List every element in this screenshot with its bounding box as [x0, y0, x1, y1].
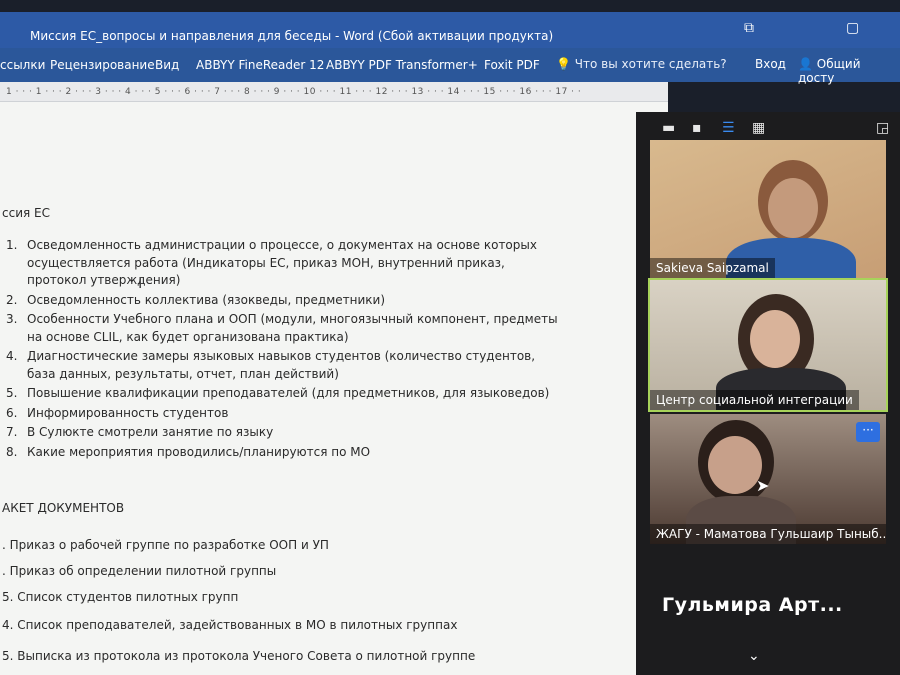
list-item: 1. Осведомленность администрации о процес…: [0, 237, 560, 290]
hide-icon[interactable]: ▪: [692, 120, 702, 136]
list-item: 5. Повышение квалификации преподавателей …: [0, 385, 560, 403]
list-item: 3. Особенности Учебного плана и ООП (моду…: [0, 311, 560, 346]
list-number: 1.: [6, 238, 18, 252]
text-cursor-icon: I: [138, 274, 143, 292]
window-title: Миссия ЕС_вопросы и направления для бесе…: [30, 29, 554, 43]
list-item: 8. Какие мероприятия проводились/планирую…: [0, 444, 560, 462]
window-icon[interactable]: ▢: [846, 20, 859, 36]
list-text: Осведомленность коллектива (язокведы, пр…: [27, 292, 386, 307]
list-text: Осведомленность администрации о процессе…: [27, 238, 537, 287]
list-text: Диагностические замеры языковых навыков …: [27, 349, 536, 381]
more-options-button[interactable]: ···: [856, 422, 880, 442]
speaker-view-icon[interactable]: ☰: [722, 120, 735, 136]
ribbon-tabs: ссылки Рецензирование Вид ABBYY FineRead…: [0, 48, 900, 85]
list-item: 6. Информированность студентов: [0, 405, 560, 423]
document-heading: ссия ЕС: [2, 206, 50, 220]
document-page[interactable]: ссия ЕС 1. Осведомленность администрации …: [0, 102, 668, 675]
minimize-icon[interactable]: ▬: [662, 120, 675, 136]
list-text: Какие мероприятия проводились/планируютс…: [27, 444, 371, 459]
restore-icon[interactable]: ⧉: [744, 20, 754, 36]
list-number: 2.: [6, 292, 18, 307]
tab-review[interactable]: Рецензирование: [50, 58, 155, 72]
tab-foxit-pdf[interactable]: Foxit PDF: [484, 58, 540, 72]
participant-tile[interactable]: Гульмира Арт...: [650, 548, 886, 664]
list-number: 6.: [6, 405, 18, 420]
person-icon: 👤: [798, 57, 813, 71]
ruler-marks: 1 · · · 1 · · · 2 · · · 3 · · · 4 · · · …: [6, 87, 582, 97]
package-item: . Приказ о рабочей группе по разработке …: [2, 538, 329, 552]
mouse-pointer-icon: ➤: [756, 476, 770, 495]
title-bar: Миссия ЕС_вопросы и направления для бесе…: [0, 12, 900, 48]
video-call-panel: ▬ ▪ ☰ ▦ ◲ Sakieva Saipzamal Центр социал…: [636, 112, 900, 675]
package-item: 5. Список студентов пилотных групп: [2, 590, 239, 604]
lightbulb-icon: 💡: [556, 57, 571, 71]
list-item: 2. Осведомленность коллектива (язокведы, …: [0, 292, 560, 310]
tab-abbyy-finereader[interactable]: ABBYY FineReader 12: [196, 58, 324, 72]
list-item: 7. В Сулюкте смотрели занятие по языку: [0, 424, 560, 442]
participant-tile[interactable]: ➤ ··· ЖАГУ - Маматова Гульшаир Тыныб...: [650, 414, 886, 544]
package-item: . Приказ об определении пилотной группы: [2, 564, 277, 578]
gallery-view-icon[interactable]: ▦: [752, 120, 765, 136]
tell-me-label: Что вы хотите сделать?: [574, 57, 727, 71]
question-list: 1. Осведомленность администрации о процес…: [0, 237, 560, 463]
participant-tile[interactable]: Sakieva Saipzamal: [650, 140, 886, 278]
participant-name: ЖАГУ - Маматова Гульшаир Тыныб...: [650, 524, 886, 544]
list-number: 5.: [6, 386, 18, 400]
participant-name: Центр социальной интеграции: [650, 390, 859, 410]
chevron-down-icon[interactable]: ⌄: [748, 648, 760, 664]
tab-references[interactable]: ссылки: [0, 58, 45, 72]
signin-link[interactable]: Вход: [755, 57, 786, 71]
list-text: Особенности Учебного плана и ООП (модули…: [27, 312, 558, 344]
list-text: Повышение квалификации преподавателей (д…: [27, 386, 550, 400]
list-number: 7.: [6, 425, 18, 439]
list-number: 3.: [6, 312, 18, 326]
share-button[interactable]: 👤 Общий досту: [798, 57, 900, 85]
tab-abbyy-pdf-transformer[interactable]: ABBYY PDF Transformer+: [326, 58, 478, 72]
package-item: 4. Список преподавателей, задействованны…: [2, 618, 458, 632]
list-item: 4. Диагностические замеры языковых навыко…: [0, 348, 560, 383]
list-number: 8.: [6, 444, 18, 459]
exit-fullscreen-icon[interactable]: ◲: [876, 120, 889, 136]
participant-name-large: Гульмира Арт...: [662, 594, 843, 616]
tell-me-search[interactable]: 💡 Что вы хотите сделать?: [556, 57, 727, 71]
list-text: В Сулюкте смотрели занятие по языку: [27, 425, 274, 439]
ruler: 1 · · · 1 · · · 2 · · · 3 · · · 4 · · · …: [0, 82, 668, 102]
participant-name: Sakieva Saipzamal: [650, 258, 775, 278]
list-text: Информированность студентов: [27, 405, 229, 420]
list-number: 4.: [6, 349, 18, 363]
package-heading: АКЕТ ДОКУМЕНТОВ: [2, 501, 125, 515]
participant-tile-active[interactable]: Центр социальной интеграции: [648, 278, 888, 412]
tab-view[interactable]: Вид: [155, 58, 179, 72]
package-item: 5. Выписка из протокола из протокола Уче…: [2, 649, 476, 663]
